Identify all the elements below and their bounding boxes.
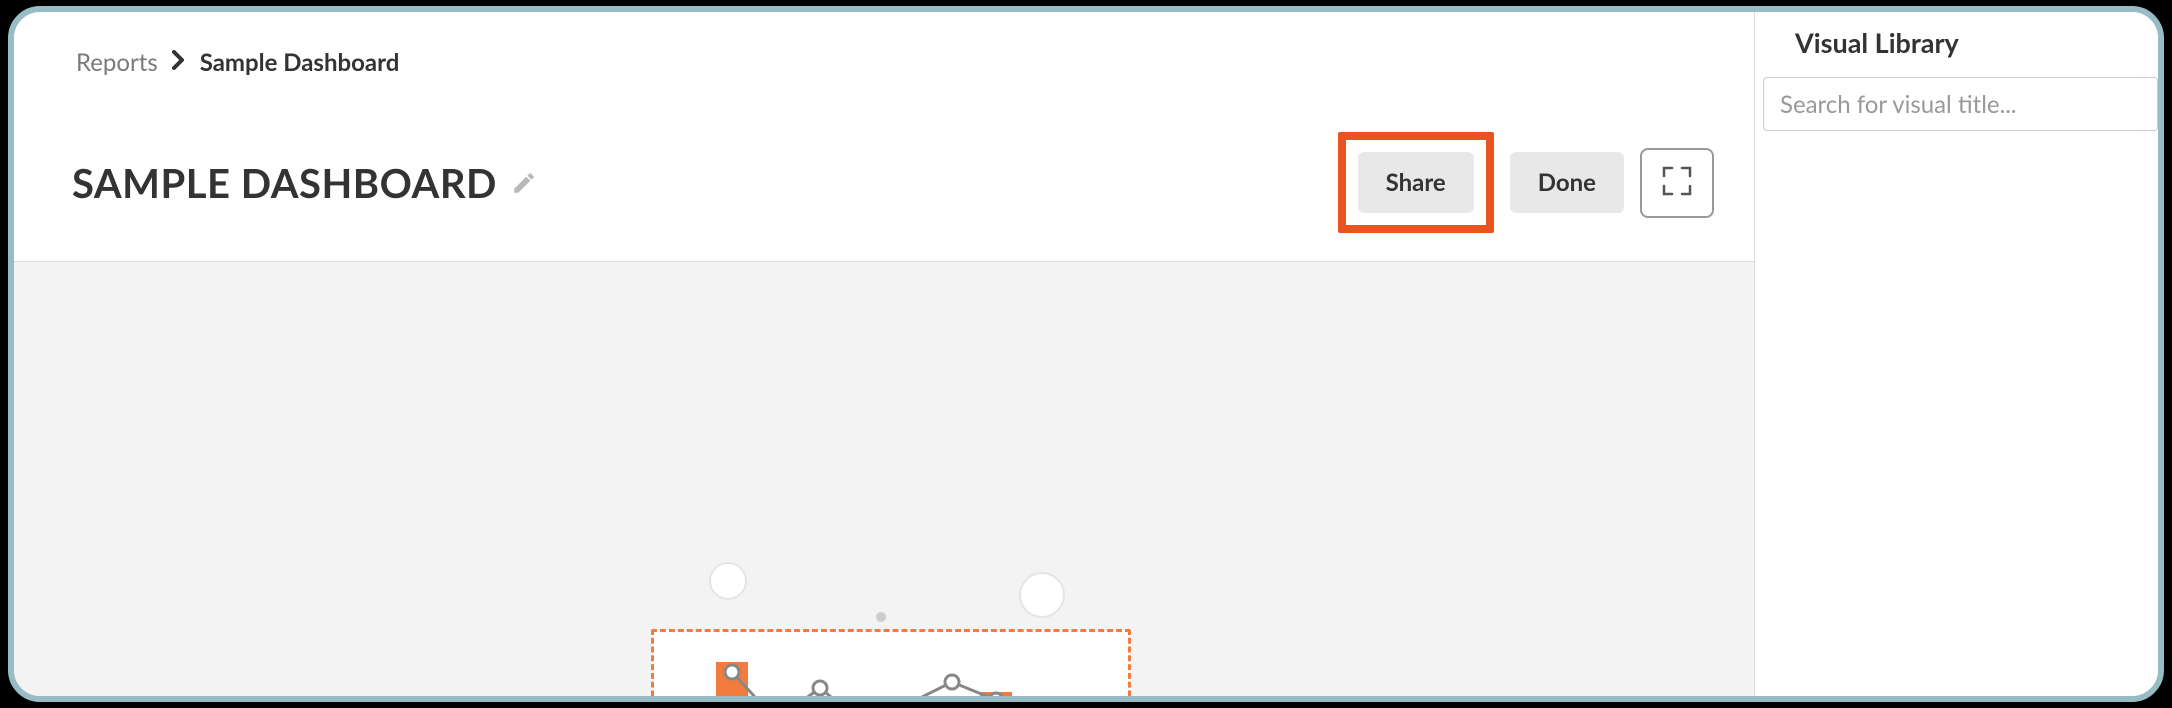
dashboard-canvas[interactable] xyxy=(14,262,1754,696)
pencil-icon[interactable] xyxy=(511,170,537,196)
decorative-bubble xyxy=(1019,572,1065,618)
breadcrumb: Reports Sample Dashboard xyxy=(14,12,1754,82)
chart-placeholder-icon xyxy=(654,632,1131,702)
breadcrumb-current: Sample Dashboard xyxy=(200,48,400,77)
breadcrumb-parent-link[interactable]: Reports xyxy=(76,48,158,77)
tutorial-highlight: Share xyxy=(1338,132,1494,233)
title-container: SAMPLE DASHBOARD xyxy=(72,159,537,207)
chevron-right-icon xyxy=(172,50,186,74)
search-input[interactable] xyxy=(1763,77,2158,131)
decorative-bubble xyxy=(709,562,747,600)
done-button[interactable]: Done xyxy=(1510,152,1624,213)
dashboard-header: SAMPLE DASHBOARD Share Done xyxy=(14,82,1754,262)
main-content: Reports Sample Dashboard SAMPLE DASHBOAR… xyxy=(14,12,1754,696)
decorative-dot xyxy=(876,612,886,622)
sidebar-title: Visual Library xyxy=(1755,12,2158,77)
page-title: SAMPLE DASHBOARD xyxy=(72,159,497,207)
visual-library-panel: Visual Library xyxy=(1754,12,2158,696)
app-window: Reports Sample Dashboard SAMPLE DASHBOAR… xyxy=(8,6,2164,702)
share-button[interactable]: Share xyxy=(1358,152,1474,213)
fullscreen-button[interactable] xyxy=(1640,148,1714,218)
visual-placeholder[interactable] xyxy=(651,629,1131,702)
expand-icon xyxy=(1659,163,1695,202)
header-actions: Share Done xyxy=(1338,132,1714,233)
